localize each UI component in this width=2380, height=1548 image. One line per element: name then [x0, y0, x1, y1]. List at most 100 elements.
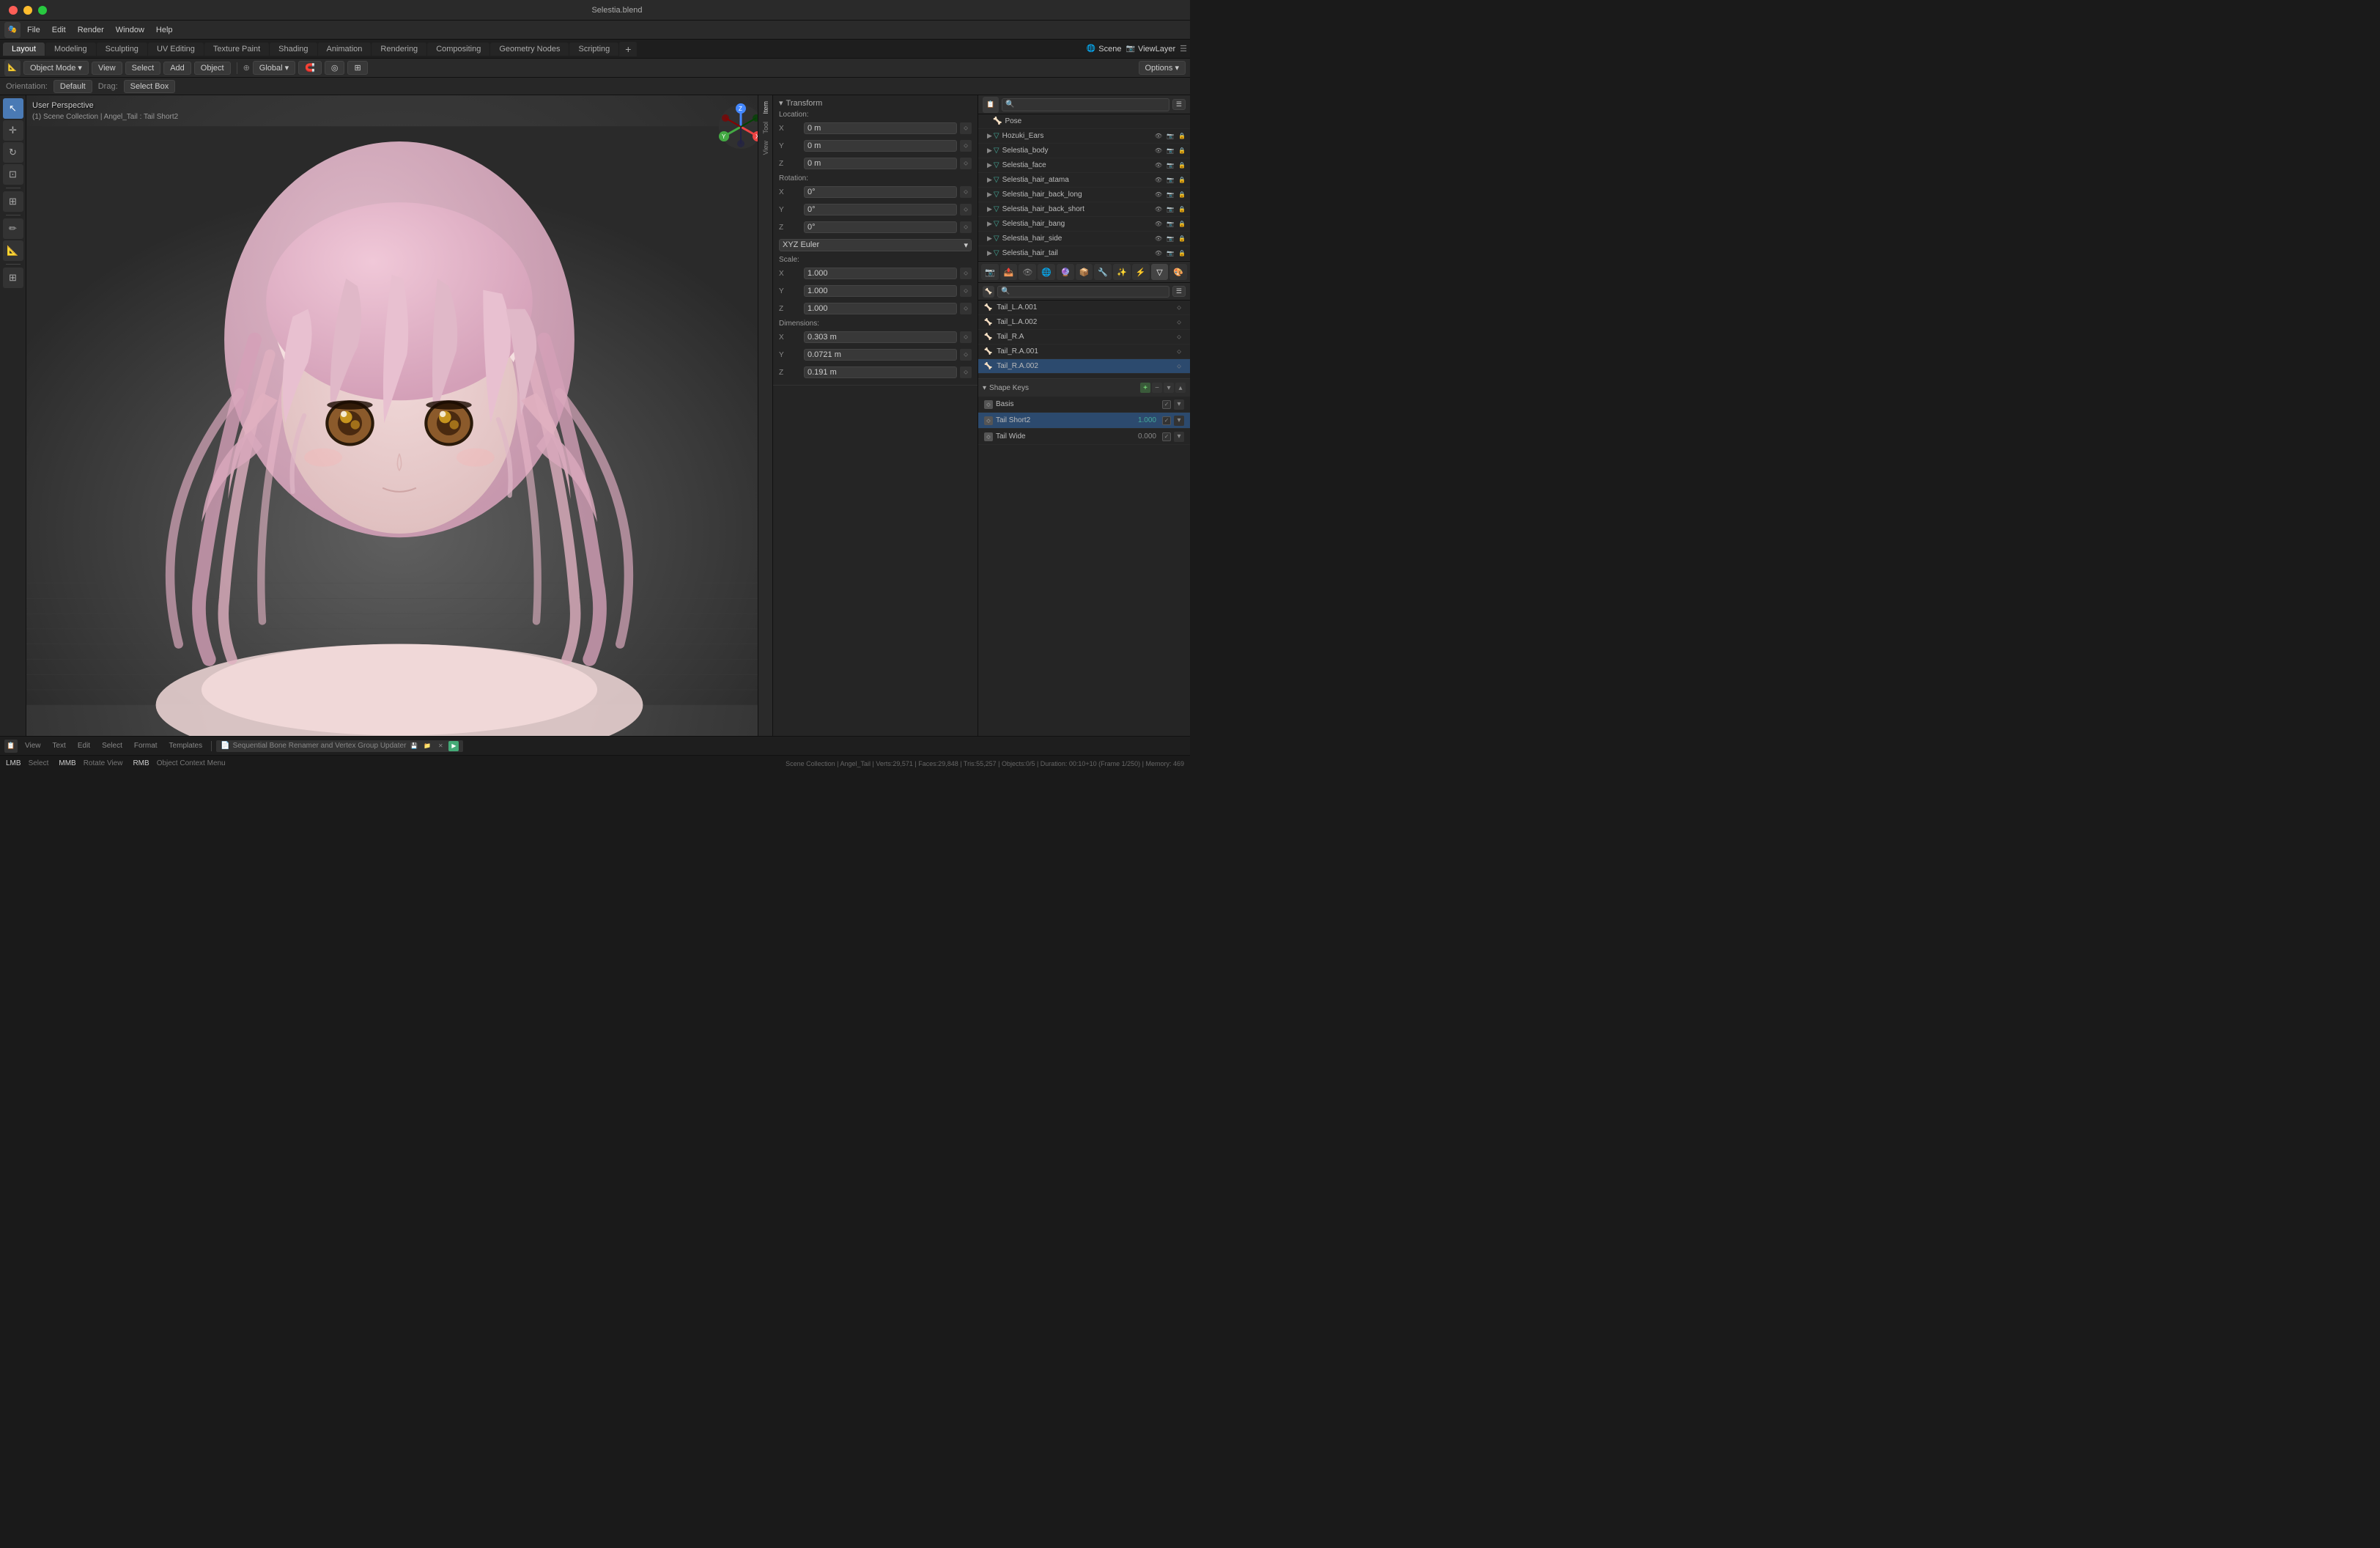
- visibility-btn[interactable]: 👁: [1153, 131, 1164, 141]
- annotate-tool[interactable]: ✏: [3, 218, 23, 239]
- tree-item-hair-back-long[interactable]: ▶ ▽ Selestia_hair_back_long 👁 📷 🔒: [978, 188, 1190, 202]
- hair-atama-arrow[interactable]: ▶: [987, 176, 992, 184]
- hozuki-ears-arrow[interactable]: ▶: [987, 132, 992, 140]
- bone-copy-2[interactable]: ⬦: [1174, 317, 1184, 328]
- scale-z-copy[interactable]: ⬦: [960, 303, 972, 314]
- view-button[interactable]: View: [92, 62, 122, 75]
- rotation-x-input[interactable]: 0°: [804, 186, 957, 198]
- rotation-z-copy[interactable]: ⬦: [960, 221, 972, 233]
- render-btn[interactable]: 🔒: [1177, 131, 1187, 141]
- dimensions-y-input[interactable]: 0.0721 m: [804, 349, 957, 361]
- tree-item-hair-back-short[interactable]: ▶ ▽ Selestia_hair_back_short 👁 📷 🔒: [978, 202, 1190, 217]
- measure-tool[interactable]: 📐: [3, 240, 23, 261]
- tab-shading[interactable]: Shading: [270, 43, 317, 56]
- add-object-tool[interactable]: ⊞: [3, 268, 23, 288]
- prop-tab-scene[interactable]: 🌐: [1038, 264, 1055, 280]
- render-btn-3[interactable]: 🔒: [1177, 161, 1187, 171]
- dimensions-x-input[interactable]: 0.303 m: [804, 331, 957, 343]
- location-x-copy[interactable]: ⬦: [960, 122, 972, 134]
- bone-filter-btn[interactable]: ☰: [1172, 286, 1186, 297]
- visibility-btn-8[interactable]: 👁: [1153, 234, 1164, 244]
- location-y-input[interactable]: 0 m: [804, 140, 957, 152]
- sk-check-basis[interactable]: ✓: [1162, 400, 1171, 409]
- script-run-btn[interactable]: ▶: [448, 741, 459, 751]
- tree-item-hair-tail[interactable]: ▶ ▽ Selestia_hair_tail 👁 📷 🔒: [978, 246, 1190, 261]
- close-button[interactable]: [9, 6, 18, 15]
- tree-item-hair-bang[interactable]: ▶ ▽ Selestia_hair_bang 👁 📷 🔒: [978, 217, 1190, 232]
- disable-btn-4[interactable]: 📷: [1165, 175, 1175, 185]
- hair-bang-arrow[interactable]: ▶: [987, 220, 992, 228]
- rotation-x-copy[interactable]: ⬦: [960, 186, 972, 198]
- viewport-overlays-btn[interactable]: Options ▾: [1139, 61, 1186, 75]
- tab-texture-paint[interactable]: Texture Paint: [204, 43, 269, 56]
- bone-copy-1[interactable]: ⬦: [1174, 303, 1184, 313]
- snap-btn[interactable]: 🧲: [298, 61, 322, 75]
- shape-key-up-btn[interactable]: ▴: [1175, 383, 1186, 393]
- prop-tab-object[interactable]: 📦: [1076, 264, 1093, 280]
- outliner-search[interactable]: 🔍: [1002, 98, 1169, 111]
- disable-btn-8[interactable]: 📷: [1165, 234, 1175, 244]
- sk-options-wide[interactable]: ▾: [1174, 432, 1184, 442]
- render-btn-9[interactable]: 🔒: [1177, 248, 1187, 259]
- tree-item-selestia-face[interactable]: ▶ ▽ Selestia_face 👁 📷 🔒: [978, 158, 1190, 173]
- minimize-button[interactable]: [23, 6, 32, 15]
- shape-keys-header[interactable]: ▾ Shape Keys + − ▾ ▴: [978, 379, 1190, 397]
- dimensions-y-copy[interactable]: ⬦: [960, 349, 972, 361]
- location-z-copy[interactable]: ⬦: [960, 158, 972, 169]
- bb-select[interactable]: Select: [97, 741, 127, 751]
- tab-rendering[interactable]: Rendering: [372, 43, 426, 56]
- transform-tool[interactable]: ⊞: [3, 191, 23, 212]
- dimensions-x-copy[interactable]: ⬦: [960, 331, 972, 343]
- bone-search[interactable]: 🔍: [997, 286, 1169, 298]
- disable-btn-7[interactable]: 📷: [1165, 219, 1175, 229]
- prop-tab-view[interactable]: 👁: [1019, 264, 1036, 280]
- prop-tab-modifier[interactable]: 🔧: [1094, 264, 1112, 280]
- rotate-tool[interactable]: ↻: [3, 142, 23, 163]
- rotation-z-input[interactable]: 0°: [804, 221, 957, 233]
- sk-check-wide[interactable]: ✓: [1162, 432, 1171, 441]
- prop-tab-material[interactable]: 🎨: [1169, 264, 1187, 280]
- shape-key-tail-wide[interactable]: ◇ Tail Wide 0.000 ✓ ▾: [978, 429, 1190, 445]
- tool-strip-label[interactable]: Tool: [762, 119, 769, 137]
- mode-dropdown[interactable]: Object Mode: [23, 61, 89, 75]
- location-y-copy[interactable]: ⬦: [960, 140, 972, 152]
- outliner-filter-btn[interactable]: ☰: [1172, 99, 1186, 110]
- scale-z-input[interactable]: 1.000: [804, 303, 957, 314]
- render-btn-6[interactable]: 🔒: [1177, 204, 1187, 215]
- bone-copy-3[interactable]: ⬦: [1174, 332, 1184, 342]
- rotation-y-copy[interactable]: ⬦: [960, 204, 972, 215]
- tree-item-selestia-body[interactable]: ▶ ▽ Selestia_body 👁 📷 🔒: [978, 144, 1190, 158]
- scale-x-input[interactable]: 1.000: [804, 268, 957, 279]
- proportional-btn[interactable]: ◎: [325, 61, 345, 75]
- bone-item-tail-ra[interactable]: 🦴 Tail_R.A ⬦: [978, 330, 1190, 344]
- bb-format[interactable]: Format: [130, 741, 162, 751]
- location-x-input[interactable]: 0 m: [804, 122, 957, 134]
- tree-item-hair-atama[interactable]: ▶ ▽ Selestia_hair_atama 👁 📷 🔒: [978, 173, 1190, 188]
- scale-y-copy[interactable]: ⬦: [960, 285, 972, 297]
- disable-btn-3[interactable]: 📷: [1165, 161, 1175, 171]
- tree-item-hair-side[interactable]: ▶ ▽ Selestia_hair_side 👁 📷 🔒: [978, 232, 1190, 246]
- sk-options-short2[interactable]: ▾: [1174, 416, 1184, 426]
- dimensions-z-input[interactable]: 0.191 m: [804, 366, 957, 378]
- visibility-btn-3[interactable]: 👁: [1153, 161, 1164, 171]
- tab-modeling[interactable]: Modeling: [45, 43, 96, 56]
- menu-help[interactable]: Help: [151, 24, 178, 36]
- bb-view[interactable]: View: [21, 741, 45, 751]
- menu-window[interactable]: Window: [111, 24, 149, 36]
- selestia-face-arrow[interactable]: ▶: [987, 161, 992, 169]
- tab-add[interactable]: +: [619, 42, 637, 56]
- hair-back-long-arrow[interactable]: ▶: [987, 191, 992, 199]
- bone-item-tail-ra002[interactable]: 🦴 Tail_R.A.002 ⬦: [978, 359, 1190, 374]
- shape-key-remove-btn[interactable]: −: [1152, 383, 1162, 393]
- viewlayer-label[interactable]: ViewLayer: [1138, 45, 1175, 54]
- dimensions-z-copy[interactable]: ⬦: [960, 366, 972, 378]
- 3d-viewport[interactable]: User Perspective (1) Scene Collection | …: [26, 95, 772, 736]
- sk-options-basis[interactable]: ▾: [1174, 399, 1184, 410]
- disable-btn-6[interactable]: 📷: [1165, 204, 1175, 215]
- visibility-btn-2[interactable]: 👁: [1153, 146, 1164, 156]
- bone-item-tail-la002[interactable]: 🦴 Tail_L.A.002 ⬦: [978, 315, 1190, 330]
- select-button[interactable]: Select: [125, 62, 161, 75]
- view-strip-label[interactable]: View: [762, 138, 769, 158]
- hair-side-arrow[interactable]: ▶: [987, 235, 992, 243]
- prop-tab-world[interactable]: 🔮: [1057, 264, 1074, 280]
